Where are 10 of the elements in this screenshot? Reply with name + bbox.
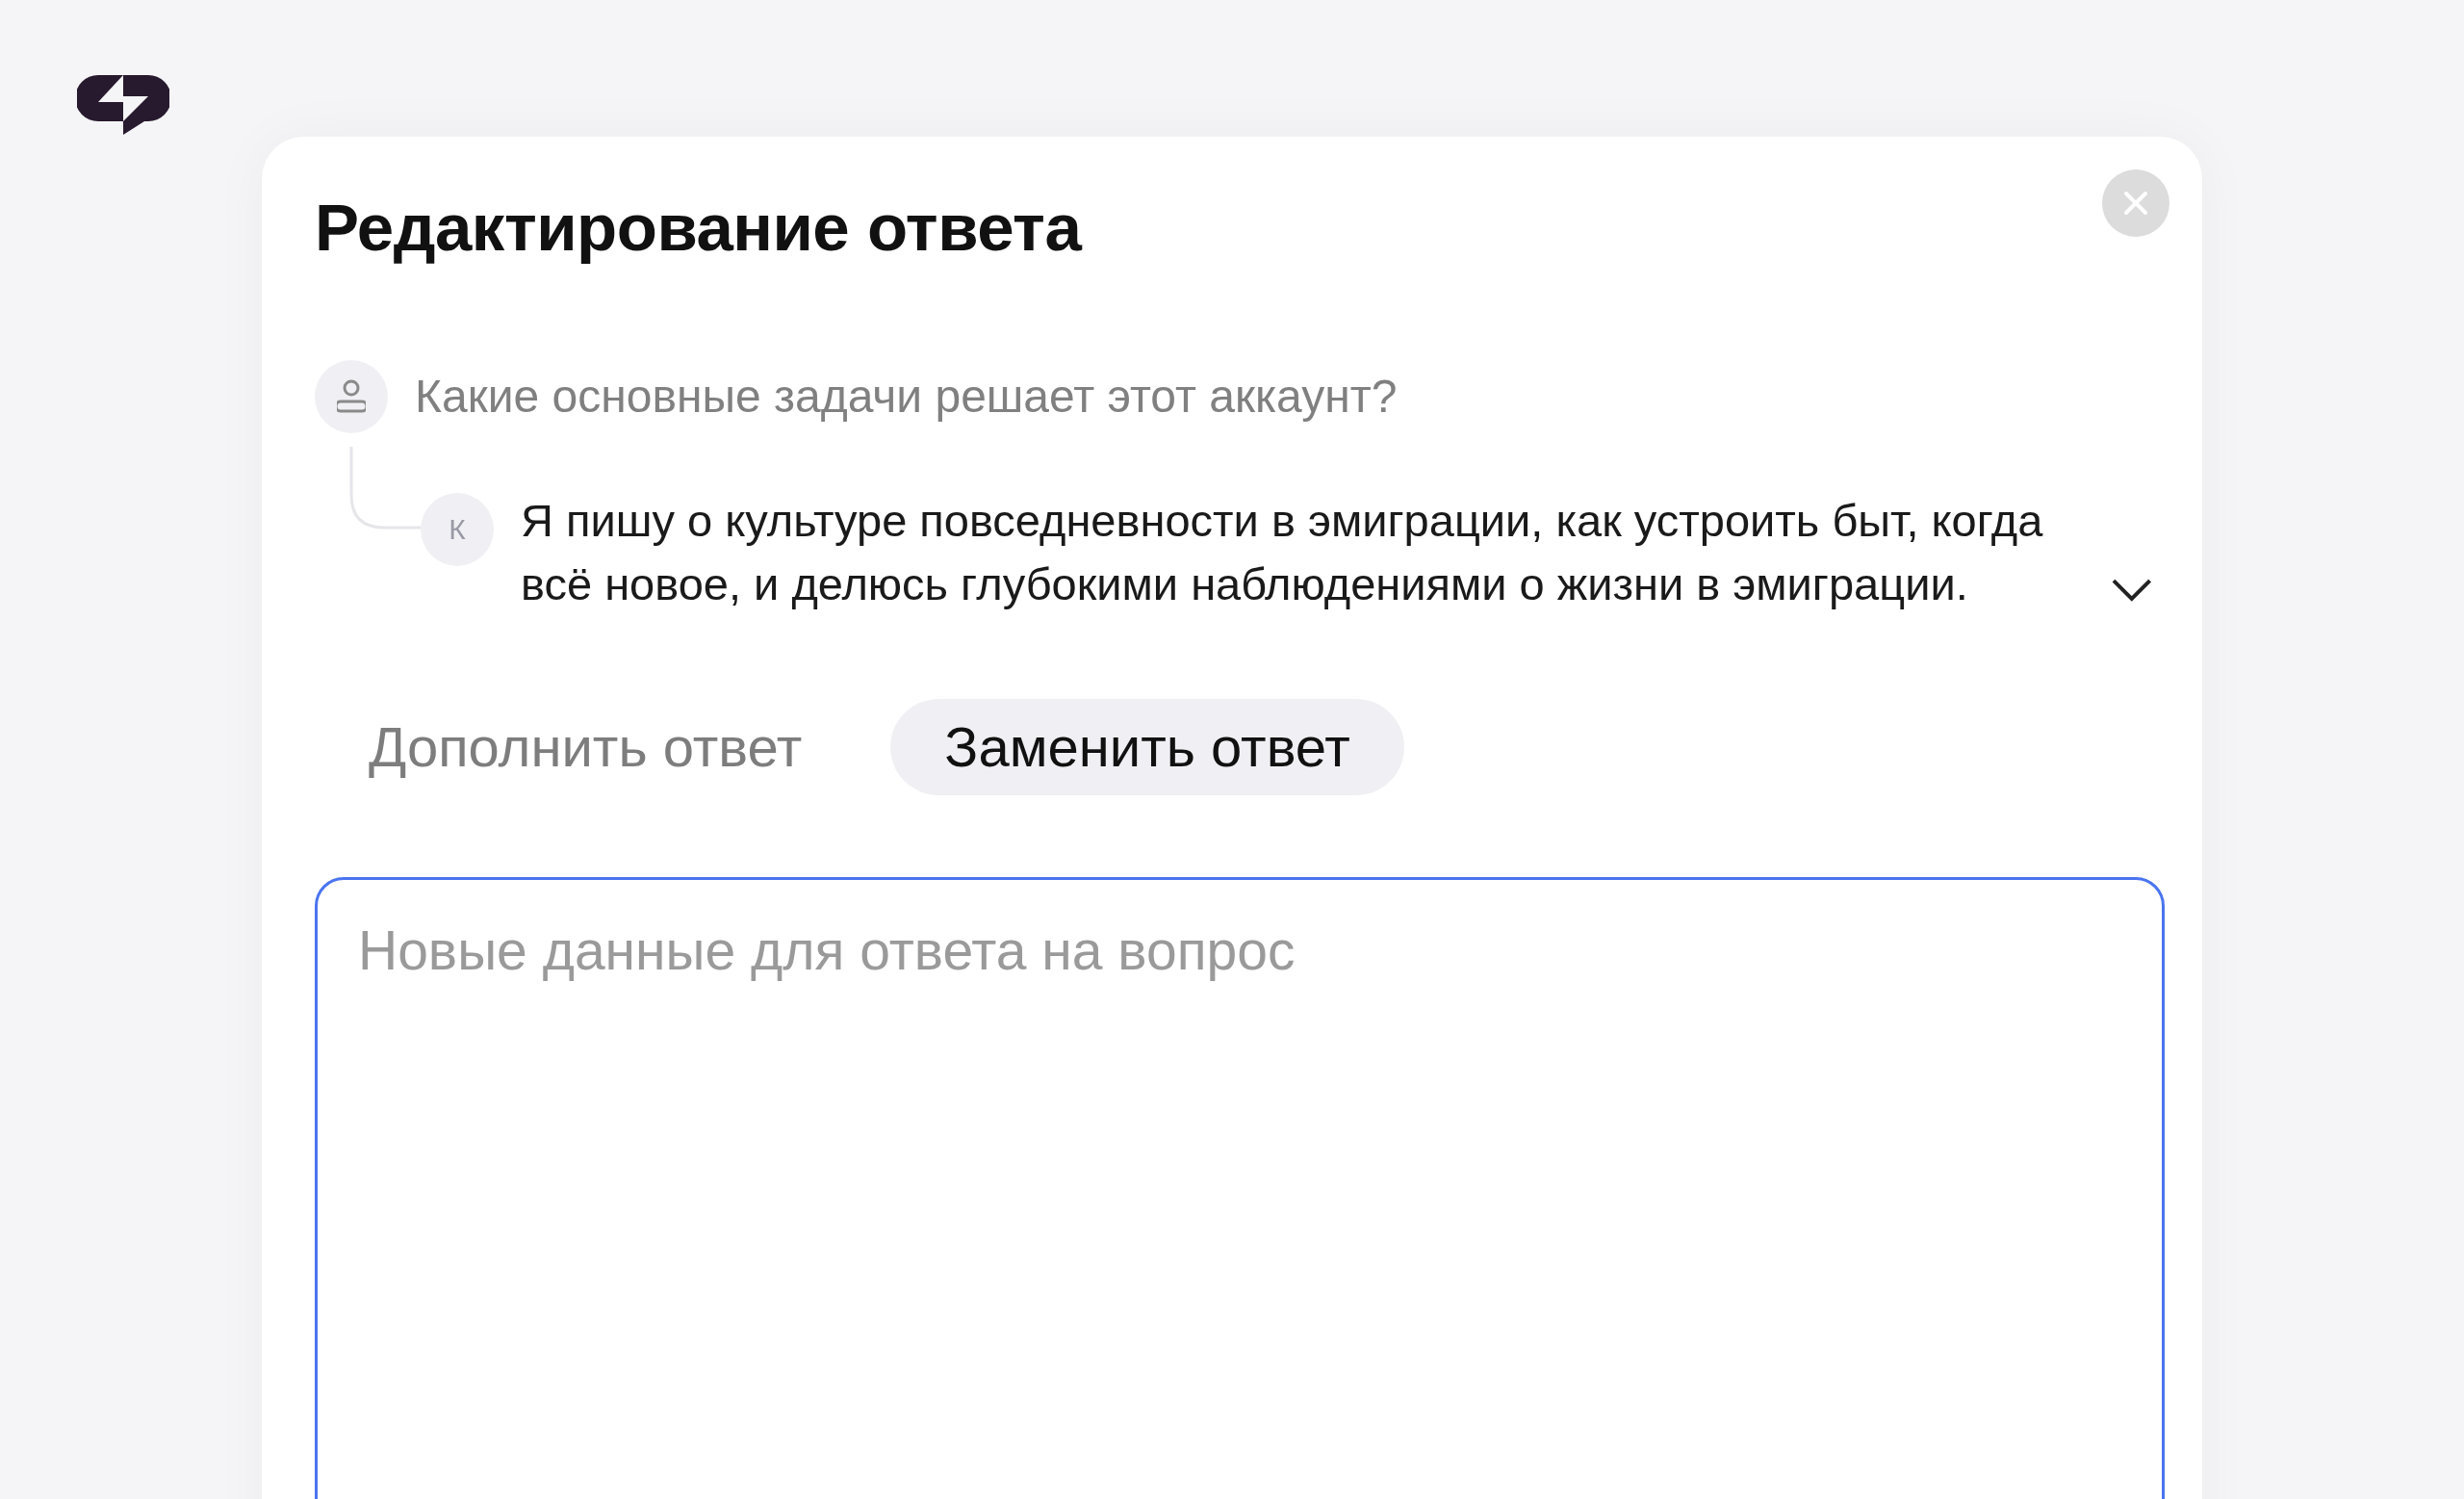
- mode-tab[interactable]: Заменить ответ: [890, 698, 1404, 795]
- avatar-letter: К: [449, 512, 466, 546]
- logo-icon: [77, 75, 169, 135]
- dialog-title: Редактирование ответа: [315, 190, 1082, 267]
- question-text: Какие основные задачи решает этот аккаунт?: [415, 370, 1398, 424]
- answer-input[interactable]: Новые данные для ответа на вопрос: [315, 876, 2165, 1499]
- close-icon: [2121, 189, 2150, 218]
- answer-text: Я пишу о культуре повседневности в эмиграции, как устроить быт, когда всё новое, и делюсь глубокими наблюдениями о жизни в эмиграции.: [521, 493, 2044, 611]
- chevron-icon[interactable]: [2111, 577, 2153, 603]
- mode-tab[interactable]: Дополнить ответ: [315, 698, 857, 795]
